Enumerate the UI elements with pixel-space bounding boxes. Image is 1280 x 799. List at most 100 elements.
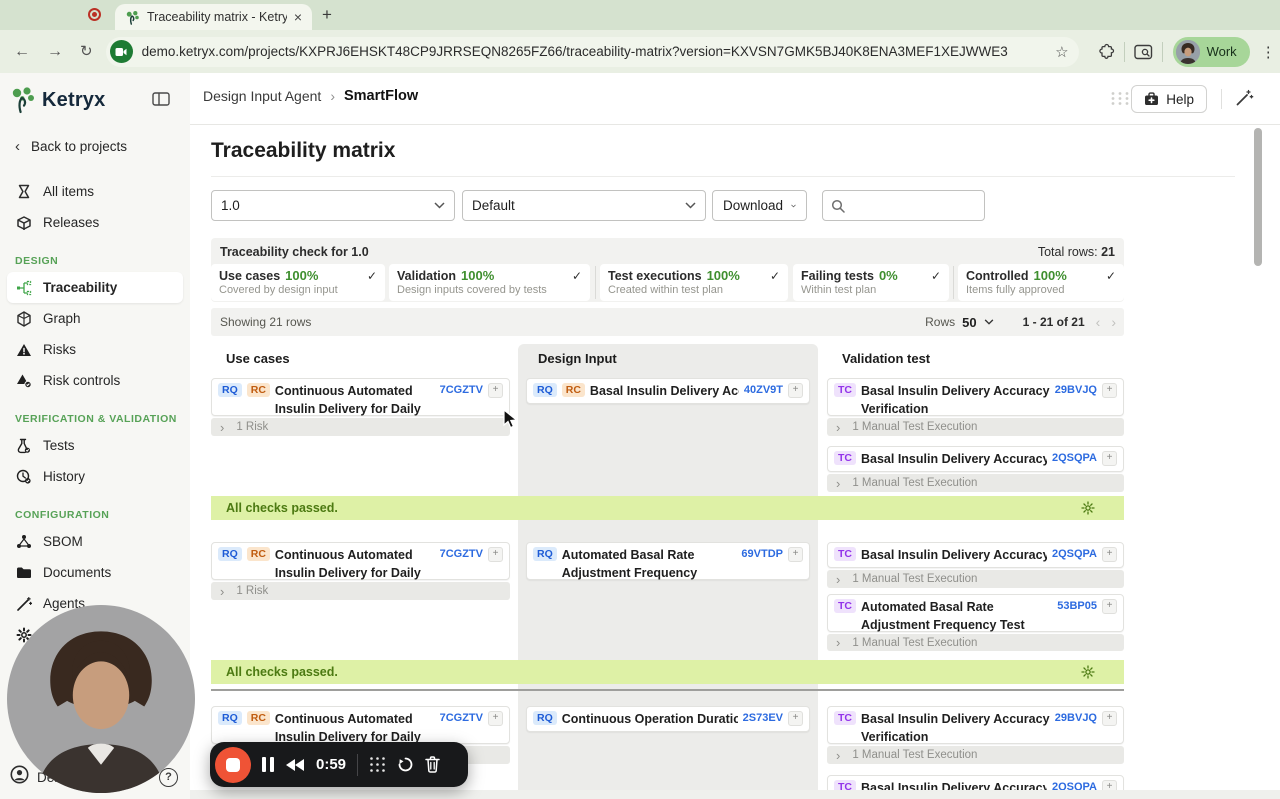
pager-prev-icon[interactable]: ‹: [1096, 314, 1101, 330]
add-icon[interactable]: +: [488, 547, 503, 562]
item-title[interactable]: Basal Insulin Delivery Accuracy Verifica…: [861, 711, 1050, 739]
add-icon[interactable]: +: [1102, 547, 1117, 562]
rewind-button[interactable]: [285, 758, 305, 772]
validation-test-card[interactable]: TC Basal Insulin Delivery Accuracy Test …: [827, 446, 1124, 472]
checks-gear-icon[interactable]: [1081, 665, 1095, 679]
expand-executions-row[interactable]: › 1 Manual Test Execution: [827, 570, 1124, 588]
sidebar-item-risks[interactable]: Risks: [0, 334, 190, 365]
mouse-cursor: [503, 409, 519, 436]
scrollbar-thumb[interactable]: [1254, 128, 1262, 266]
sidebar-item-risk-controls[interactable]: Risk controls: [0, 365, 190, 396]
page-range: 1 - 21 of 21: [1023, 315, 1085, 329]
add-icon[interactable]: +: [788, 383, 803, 398]
add-icon[interactable]: +: [1102, 451, 1117, 466]
reload-icon[interactable]: ↻: [80, 44, 93, 59]
pause-recording-button[interactable]: [262, 757, 274, 772]
validation-test-card[interactable]: TC Automated Basal Rate Adjustment Frequ…: [827, 594, 1124, 632]
expand-executions-row[interactable]: › 1 Manual Test Execution: [827, 746, 1124, 764]
url-bar[interactable]: demo.ketryx.com/projects/KXPRJ6EHSKT48CP…: [106, 37, 1079, 67]
sidebar-item-tests[interactable]: Tests: [0, 430, 190, 461]
item-id-link[interactable]: 2QSQPA: [1052, 452, 1097, 467]
expand-risks-row[interactable]: › 1 Risk: [211, 582, 510, 600]
chevron-down-icon[interactable]: [984, 319, 994, 325]
version-select[interactable]: 1.0: [211, 190, 455, 221]
sidebar-item-traceability[interactable]: Traceability: [7, 272, 183, 303]
item-title[interactable]: Continuous Automated Insulin Delivery fo…: [275, 547, 435, 575]
item-id-link[interactable]: 7CGZTV: [440, 548, 483, 575]
sidebar-item-all-items[interactable]: All items: [0, 176, 190, 207]
item-title[interactable]: Automated Basal Rate Adjustment Frequenc…: [562, 547, 737, 575]
use-case-card[interactable]: RQ RC Continuous Automated Insulin Deliv…: [211, 542, 510, 580]
use-case-card[interactable]: RQ RC Continuous Automated Insulin Deliv…: [211, 706, 510, 744]
download-button[interactable]: Download: [712, 190, 807, 221]
item-id-link[interactable]: 53BP05: [1057, 600, 1097, 627]
browser-menu-icon[interactable]: ⋮: [1261, 43, 1276, 61]
item-title[interactable]: Automated Basal Rate Adjustment Frequenc…: [861, 599, 1052, 627]
expand-executions-row[interactable]: › 1 Manual Test Execution: [827, 418, 1124, 436]
add-icon[interactable]: +: [488, 711, 503, 726]
sidebar-item-sbom[interactable]: SBOM: [0, 526, 190, 557]
search-input[interactable]: [851, 197, 955, 214]
add-icon[interactable]: +: [788, 711, 803, 726]
checks-gear-icon[interactable]: [1081, 501, 1095, 515]
use-case-card[interactable]: RQ RC Continuous Automated Insulin Deliv…: [211, 378, 510, 416]
bookmark-star-icon[interactable]: ☆: [1055, 43, 1068, 61]
validation-test-card[interactable]: TC Basal Insulin Delivery Accuracy Verif…: [827, 706, 1124, 744]
item-title[interactable]: Basal Insulin Delivery Accuracy: [590, 383, 739, 399]
stop-recording-button[interactable]: [215, 747, 251, 783]
sidebar-item-graph[interactable]: Graph: [0, 303, 190, 334]
item-id-link[interactable]: 7CGZTV: [440, 712, 483, 739]
help-button[interactable]: Help: [1131, 85, 1207, 113]
sidebar-collapse-icon[interactable]: [152, 92, 170, 111]
add-icon[interactable]: +: [1102, 599, 1117, 614]
drag-dots-icon[interactable]: [369, 756, 386, 773]
validation-test-card[interactable]: TC Basal Insulin Delivery Accuracy Test …: [827, 542, 1124, 568]
add-icon[interactable]: +: [1102, 711, 1117, 726]
search-box[interactable]: [822, 190, 985, 221]
item-id-link[interactable]: 69VTDP: [741, 548, 783, 575]
item-title[interactable]: Basal Insulin Delivery Accuracy Test: [861, 547, 1047, 563]
item-title[interactable]: Continuous Automated Insulin Delivery fo…: [275, 383, 435, 411]
validation-test-card[interactable]: TC Basal Insulin Delivery Accuracy Verif…: [827, 378, 1124, 416]
item-id-link[interactable]: 40ZV9T: [744, 384, 783, 399]
item-title[interactable]: Basal Insulin Delivery Accuracy Test: [861, 451, 1047, 467]
tab-close-icon[interactable]: ×: [294, 10, 302, 24]
expand-risks-row[interactable]: › 1 Risk: [211, 418, 510, 436]
nav-back-icon[interactable]: ←: [14, 44, 30, 60]
item-id-link[interactable]: 2QSQPA: [1052, 548, 1097, 563]
add-icon[interactable]: +: [788, 547, 803, 562]
browser-tab[interactable]: Traceability matrix - Ketryx ×: [115, 4, 312, 30]
expand-executions-row[interactable]: › 1 Manual Test Execution: [827, 474, 1124, 492]
item-title[interactable]: Basal Insulin Delivery Accuracy Verifica…: [861, 383, 1050, 411]
delete-recording-button[interactable]: [425, 756, 440, 773]
sidebar-item-releases[interactable]: Releases: [0, 207, 190, 238]
add-icon[interactable]: +: [488, 383, 503, 398]
magic-wand-icon[interactable]: [1235, 88, 1254, 112]
item-id-link[interactable]: 2S73EV: [743, 712, 783, 727]
design-input-card[interactable]: RQ RC Basal Insulin Delivery Accuracy 40…: [526, 378, 810, 404]
item-id-link[interactable]: 29BVJQ: [1055, 384, 1097, 411]
breadcrumb-parent[interactable]: Design Input Agent: [203, 88, 321, 104]
restart-recording-button[interactable]: [397, 756, 414, 773]
item-id-link[interactable]: 29BVJQ: [1055, 712, 1097, 739]
back-to-projects[interactable]: ‹ Back to projects: [15, 138, 190, 155]
design-input-card[interactable]: RQ Continuous Operation Duration 2S73EV …: [526, 706, 810, 732]
profile-button[interactable]: Work: [1173, 37, 1250, 67]
expand-executions-row[interactable]: › 1 Manual Test Execution: [827, 634, 1124, 651]
nav-forward-icon[interactable]: →: [47, 44, 63, 60]
rows-per-page-value[interactable]: 50: [962, 315, 976, 330]
design-input-card[interactable]: RQ Automated Basal Rate Adjustment Frequ…: [526, 542, 810, 580]
pager-next-icon[interactable]: ›: [1111, 314, 1116, 330]
item-id-link[interactable]: 7CGZTV: [440, 384, 483, 411]
webcam-bubble[interactable]: [7, 605, 195, 793]
item-title[interactable]: Continuous Automated Insulin Delivery fo…: [275, 711, 435, 739]
url-text[interactable]: demo.ketryx.com/projects/KXPRJ6EHSKT48CP…: [142, 44, 1047, 59]
new-tab-icon[interactable]: +: [322, 5, 332, 25]
extensions-icon[interactable]: [1098, 43, 1115, 60]
sidebar-item-history[interactable]: History: [0, 461, 190, 492]
sidebar-item-documents[interactable]: Documents: [0, 557, 190, 588]
view-select[interactable]: Default: [462, 190, 706, 221]
add-icon[interactable]: +: [1102, 383, 1117, 398]
side-panel-search-icon[interactable]: [1134, 44, 1153, 60]
item-title[interactable]: Continuous Operation Duration: [562, 711, 738, 727]
